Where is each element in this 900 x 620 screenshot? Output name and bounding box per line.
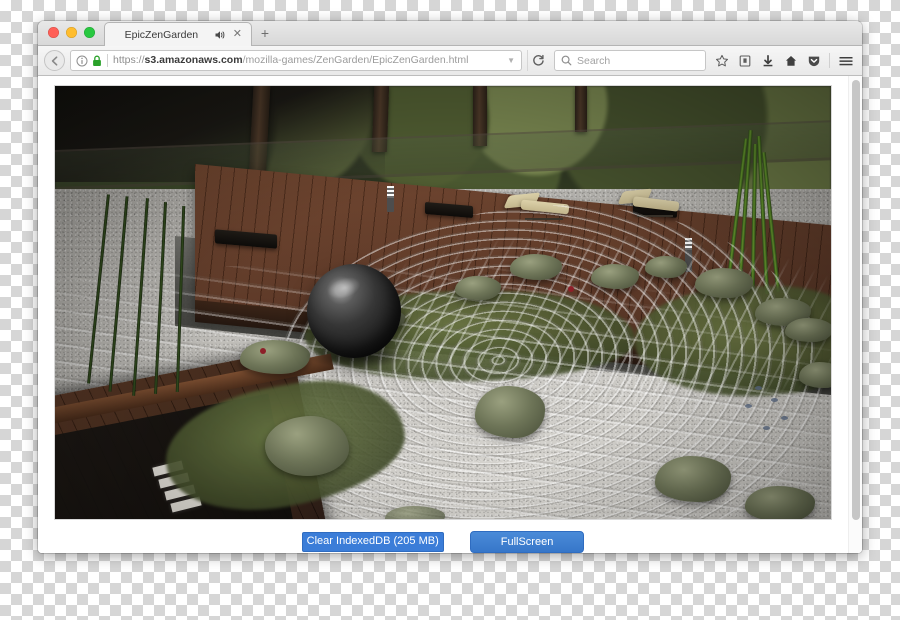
chevron-down-icon[interactable]: ▼ — [507, 56, 517, 65]
tab-title: EpicZenGarden — [124, 28, 199, 41]
home-icon[interactable] — [780, 50, 801, 71]
url-text: https://s3.amazonaws.com/mozilla-games/Z… — [113, 55, 502, 66]
toolbar-divider — [829, 53, 830, 68]
speaker-icon[interactable] — [214, 29, 226, 41]
reload-icon[interactable] — [527, 50, 549, 71]
clear-indexeddb-button[interactable]: Clear IndexedDB (205 MB) — [301, 532, 444, 552]
back-arrow-icon[interactable] — [44, 50, 65, 71]
padlock-icon[interactable] — [92, 55, 102, 67]
webgl-zen-garden-canvas[interactable] — [55, 86, 831, 519]
library-icon[interactable] — [734, 50, 755, 71]
browser-window: EpicZenGarden ✕ + https://s3.amazonaws.c… — [38, 21, 862, 553]
search-input[interactable]: Search — [554, 50, 706, 71]
info-icon[interactable] — [76, 55, 88, 67]
url-domain: s3.amazonaws.com — [144, 55, 243, 66]
fullscreen-button[interactable]: FullScreen — [469, 531, 585, 553]
tab-strip: EpicZenGarden ✕ + — [38, 21, 862, 46]
content-area: Clear IndexedDB (205 MB) FullScreen — [38, 76, 862, 553]
scene-vignette — [55, 86, 831, 519]
vertical-scrollbar[interactable] — [848, 76, 862, 553]
url-scheme: https:// — [113, 55, 145, 66]
site-identity-block[interactable] — [76, 55, 102, 67]
toolbar-icon-group — [711, 50, 856, 71]
new-tab-button[interactable]: + — [252, 21, 278, 45]
search-icon — [561, 55, 572, 66]
page-button-row: Clear IndexedDB (205 MB) FullScreen — [55, 519, 831, 553]
pocket-icon[interactable] — [803, 50, 824, 71]
search-placeholder: Search — [577, 54, 611, 67]
url-path: /mozilla-games/ZenGarden/EpicZenGarden.h… — [242, 55, 469, 66]
url-address-bar[interactable]: https://s3.amazonaws.com/mozilla-games/Z… — [70, 50, 522, 71]
navigation-toolbar: https://s3.amazonaws.com/mozilla-games/Z… — [38, 46, 862, 76]
window-close-button[interactable] — [48, 27, 59, 38]
window-zoom-button[interactable] — [84, 27, 95, 38]
menu-hamburger-icon[interactable] — [835, 50, 856, 71]
browser-tab-epiczengarden[interactable]: EpicZenGarden ✕ — [104, 22, 252, 46]
window-traffic-lights — [38, 21, 104, 45]
scrollbar-thumb[interactable] — [852, 80, 860, 520]
window-minimize-button[interactable] — [66, 27, 77, 38]
close-icon[interactable]: ✕ — [232, 29, 243, 40]
web-page: Clear IndexedDB (205 MB) FullScreen — [38, 76, 848, 553]
downloads-icon[interactable] — [757, 50, 778, 71]
tab-strip-empty-area[interactable] — [278, 21, 862, 45]
bookmark-star-icon[interactable] — [711, 50, 732, 71]
url-divider — [107, 54, 108, 67]
